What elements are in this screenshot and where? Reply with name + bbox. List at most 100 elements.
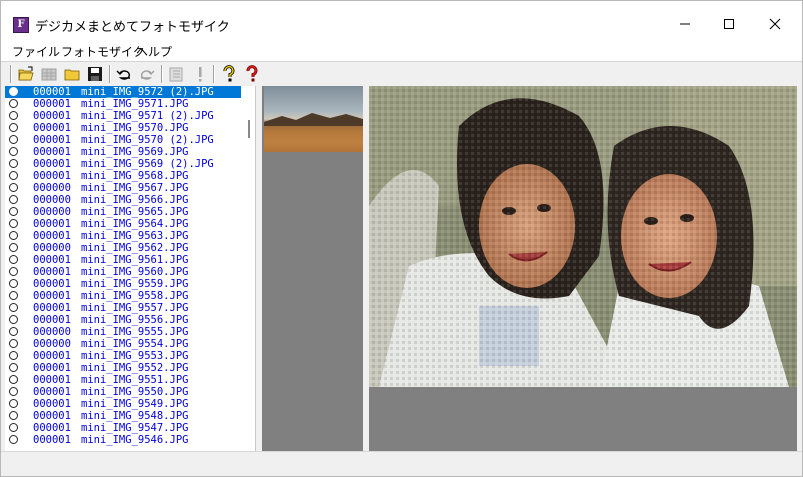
selected-thumbnail[interactable]: [264, 86, 363, 152]
list-item[interactable]: 000000 mini_IMG_9565.JPG: [5, 206, 241, 218]
list-item[interactable]: 000001 mini_IMG_9571 (2).JPG: [5, 110, 241, 122]
list-item[interactable]: 000001 mini_IMG_9561.JPG: [5, 254, 241, 266]
list-item[interactable]: 000001 mini_IMG_9572 (2).JPG: [5, 86, 241, 98]
list-item[interactable]: 000000 mini_IMG_9567.JPG: [5, 182, 241, 194]
radio-icon[interactable]: [9, 375, 18, 384]
radio-icon[interactable]: [9, 339, 18, 348]
radio-icon[interactable]: [9, 327, 18, 336]
file-count: 000001: [33, 374, 71, 386]
redo-button[interactable]: [138, 65, 156, 83]
radio-icon[interactable]: [9, 183, 18, 192]
list-item[interactable]: 000001 mini_IMG_9563.JPG: [5, 230, 241, 242]
open-folder-button[interactable]: [17, 65, 35, 83]
menu-help[interactable]: ヘルプ: [136, 43, 172, 60]
list-item[interactable]: 000001 mini_IMG_9570.JPG: [5, 122, 241, 134]
status-bar: [1, 451, 802, 476]
help-button[interactable]: [220, 65, 238, 83]
radio-icon[interactable]: [9, 231, 18, 240]
list-item[interactable]: 000001 mini_IMG_9549.JPG: [5, 398, 241, 410]
file-name: mini_IMG_9552.JPG: [81, 362, 189, 374]
radio-icon[interactable]: [9, 195, 18, 204]
list-item[interactable]: 000001 mini_IMG_9552.JPG: [5, 362, 241, 374]
menu-file[interactable]: ファイル: [12, 43, 60, 60]
list-item[interactable]: 000001 mini_IMG_9550.JPG: [5, 386, 241, 398]
file-count: 000001: [33, 146, 71, 158]
open-folder-icon: [18, 66, 34, 81]
list-item[interactable]: 000000 mini_IMG_9555.JPG: [5, 326, 241, 338]
folder-button[interactable]: [63, 65, 81, 83]
list-item[interactable]: 000001 mini_IMG_9559.JPG: [5, 278, 241, 290]
file-count: 000001: [33, 230, 71, 242]
radio-icon[interactable]: [9, 363, 18, 372]
redo-disabled-icon: [141, 70, 155, 80]
undo-button[interactable]: [115, 65, 133, 83]
list-item[interactable]: 000001 mini_IMG_9546.JPG: [5, 434, 241, 446]
list-item[interactable]: 000001 mini_IMG_9556.JPG: [5, 314, 241, 326]
list-item[interactable]: 000001 mini_IMG_9551.JPG: [5, 374, 241, 386]
radio-icon[interactable]: [9, 387, 18, 396]
list-item[interactable]: 000000 mini_IMG_9562.JPG: [5, 242, 241, 254]
file-name: mini_IMG_9569 (2).JPG: [81, 158, 214, 170]
save-button[interactable]: [86, 65, 104, 83]
file-count: 000001: [33, 422, 71, 434]
list-item[interactable]: 000000 mini_IMG_9566.JPG: [5, 194, 241, 206]
list-item[interactable]: 000001 mini_IMG_9553.JPG: [5, 350, 241, 362]
list-item[interactable]: 000001 mini_IMG_9547.JPG: [5, 422, 241, 434]
radio-icon[interactable]: [9, 267, 18, 276]
menu-photomosaic[interactable]: フォトモザイク: [61, 43, 145, 60]
title-bar[interactable]: F デジカメまとめてフォトモザイク: [1, 1, 802, 41]
list-item[interactable]: 000001 mini_IMG_9568.JPG: [5, 170, 241, 182]
minimize-icon: [680, 23, 690, 25]
radio-icon[interactable]: [9, 435, 18, 444]
list-item[interactable]: 000000 mini_IMG_9554.JPG: [5, 338, 241, 350]
list-item[interactable]: 000001 mini_IMG_9560.JPG: [5, 266, 241, 278]
radio-icon[interactable]: [9, 159, 18, 168]
list-button[interactable]: [167, 65, 185, 83]
list-item[interactable]: 000001 mini_IMG_9570 (2).JPG: [5, 134, 241, 146]
radio-icon[interactable]: [9, 351, 18, 360]
list-item[interactable]: 000001 mini_IMG_9571.JPG: [5, 98, 241, 110]
grid-button[interactable]: [40, 65, 58, 83]
list-item[interactable]: 000001 mini_IMG_9564.JPG: [5, 218, 241, 230]
radio-icon[interactable]: [9, 219, 18, 228]
radio-icon[interactable]: [9, 411, 18, 420]
radio-icon[interactable]: [9, 279, 18, 288]
radio-icon[interactable]: [9, 255, 18, 264]
grid-disabled-icon: [41, 68, 57, 81]
radio-icon[interactable]: [9, 291, 18, 300]
app-icon[interactable]: F: [13, 17, 29, 33]
radio-icon[interactable]: [9, 303, 18, 312]
radio-icon[interactable]: [9, 243, 18, 252]
radio-icon[interactable]: [9, 423, 18, 432]
file-name: mini_IMG_9550.JPG: [81, 386, 189, 398]
radio-icon[interactable]: [9, 135, 18, 144]
radio-icon[interactable]: [9, 123, 18, 132]
radio-icon[interactable]: [9, 399, 18, 408]
radio-icon[interactable]: [9, 111, 18, 120]
file-count: 000001: [33, 110, 71, 122]
toolbar-grip: [10, 65, 11, 83]
list-item[interactable]: 000001 mini_IMG_9548.JPG: [5, 410, 241, 422]
mosaic-panel: [369, 86, 797, 451]
file-name: mini_IMG_9568.JPG: [81, 170, 189, 182]
radio-icon[interactable]: [9, 147, 18, 156]
radio-icon[interactable]: [9, 315, 18, 324]
run-button[interactable]: [191, 65, 209, 83]
list-item[interactable]: 000001 mini_IMG_9558.JPG: [5, 290, 241, 302]
radio-icon[interactable]: [9, 87, 18, 96]
file-list[interactable]: 000001 mini_IMG_9572 (2).JPG 000001 mini_IM…: [5, 86, 256, 451]
file-count: 000001: [33, 122, 71, 134]
list-item[interactable]: 000001 mini_IMG_9557.JPG: [5, 302, 241, 314]
toolbar-separator: [109, 65, 110, 83]
radio-icon[interactable]: [9, 99, 18, 108]
radio-icon[interactable]: [9, 171, 18, 180]
scrollbar-thumb[interactable]: [248, 120, 250, 138]
close-button[interactable]: [752, 9, 798, 39]
minimize-button[interactable]: [662, 9, 708, 39]
list-item[interactable]: 000001 mini_IMG_9569.JPG: [5, 146, 241, 158]
radio-icon[interactable]: [9, 207, 18, 216]
help-context-button[interactable]: [243, 65, 261, 83]
photo-mosaic-image[interactable]: [369, 86, 797, 387]
maximize-button[interactable]: [706, 9, 752, 39]
list-item[interactable]: 000001 mini_IMG_9569 (2).JPG: [5, 158, 241, 170]
